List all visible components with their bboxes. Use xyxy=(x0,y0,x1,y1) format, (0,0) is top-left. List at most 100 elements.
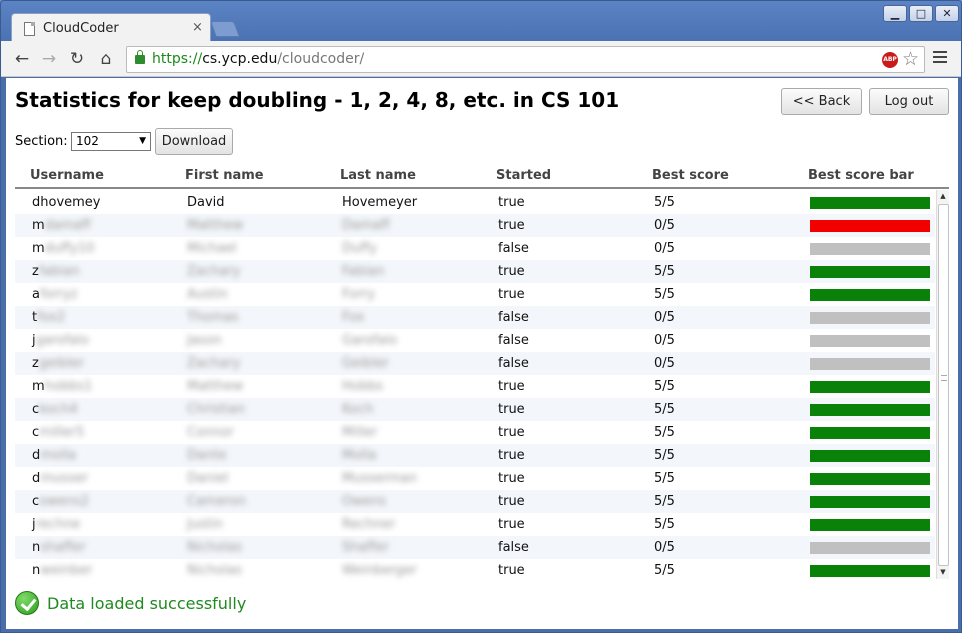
back-button[interactable]: << Back xyxy=(781,88,862,115)
table-row[interactable]: mdamaff Matthew Damaff true 0/5 xyxy=(15,214,935,237)
browser-tab[interactable]: CloudCoder × xyxy=(11,13,211,42)
cell-best-score: 5/5 xyxy=(654,448,675,463)
score-bar xyxy=(810,496,930,508)
table-row[interactable]: tfox2 Thomas Fox false 0/5 xyxy=(15,306,935,329)
cell-best-score: 0/5 xyxy=(654,356,675,371)
cell-first-name: Connor xyxy=(187,425,234,440)
cell-first-name: Christian xyxy=(187,402,245,417)
cell-last-name: Duffy xyxy=(342,241,377,256)
new-tab-button[interactable] xyxy=(210,21,240,37)
table-row[interactable]: zfabian Zachary Fabian true 5/5 xyxy=(15,260,935,283)
table-row[interactable]: nshaffer Nicholas Shaffer false 0/5 xyxy=(15,536,935,559)
lock-icon xyxy=(135,50,145,64)
table-row[interactable]: dmusser Daniel Musserman true 5/5 xyxy=(15,467,935,490)
cell-last-name: Forry xyxy=(342,287,376,302)
table-row[interactable]: jrechne Justin Rechner true 5/5 xyxy=(15,513,935,536)
score-bar xyxy=(810,197,930,209)
logout-button[interactable]: Log out xyxy=(869,88,949,115)
score-bar xyxy=(810,381,930,393)
browser-toolbar: ← → ↻ ⌂ https://cs.ycp.edu/cloudcoder/ A… xyxy=(1,41,961,77)
minimize-icon[interactable]: ▁ xyxy=(883,5,907,22)
cell-best-score: 0/5 xyxy=(654,540,675,555)
document-icon xyxy=(24,22,35,36)
scroll-up-icon[interactable]: ▲ xyxy=(937,190,949,203)
table-row[interactable]: zgeibler Zachary Geibler false 0/5 xyxy=(15,352,935,375)
score-bar xyxy=(810,289,930,301)
cell-started: true xyxy=(498,471,525,486)
cell-started: true xyxy=(498,494,525,509)
table-row[interactable]: jgarofalo Jason Garofalo false 0/5 xyxy=(15,329,935,352)
table-row[interactable]: mduffy10 Michael Duffy false 0/5 xyxy=(15,237,935,260)
cell-last-name: Molla xyxy=(342,448,377,463)
scroll-down-icon[interactable]: ▼ xyxy=(937,566,949,579)
column-header-first-name[interactable]: First name xyxy=(185,168,264,183)
scroll-thumb[interactable] xyxy=(938,204,949,566)
score-bar xyxy=(810,473,930,485)
close-tab-icon[interactable]: × xyxy=(192,20,203,35)
back-arrow-icon[interactable]: ← xyxy=(12,49,32,69)
cell-username: dhovemey xyxy=(32,195,101,210)
table-row[interactable]: cowens2 Cameron Owens true 5/5 xyxy=(15,490,935,513)
reload-icon[interactable]: ↻ xyxy=(67,49,87,69)
maximize-icon[interactable]: □ xyxy=(909,5,933,22)
score-bar xyxy=(810,243,930,255)
cell-best-score: 0/5 xyxy=(654,218,675,233)
cell-last-name: Damaff xyxy=(342,218,390,233)
cell-first-name: Thomas xyxy=(187,310,239,325)
cell-best-score: 5/5 xyxy=(654,402,675,417)
cell-username: dmusser xyxy=(32,471,89,486)
cell-best-score: 5/5 xyxy=(654,494,675,509)
column-header-started[interactable]: Started xyxy=(496,168,551,183)
forward-arrow-icon[interactable]: → xyxy=(39,49,59,69)
cell-first-name: Austin xyxy=(187,287,228,302)
table-row[interactable]: dmolla Dante Molla true 5/5 xyxy=(15,444,935,467)
cell-best-score: 5/5 xyxy=(654,517,675,532)
score-bar xyxy=(810,542,930,554)
cell-last-name: Hovemeyer xyxy=(342,195,418,210)
adblock-icon[interactable]: ABP xyxy=(882,52,898,68)
cell-started: true xyxy=(498,195,525,210)
cell-username: cowens2 xyxy=(32,494,90,509)
table-row[interactable]: ckoch4 Christian Koch true 5/5 xyxy=(15,398,935,421)
table-row[interactable]: aforryz Austin Forry true 5/5 xyxy=(15,283,935,306)
cell-username: tfox2 xyxy=(32,310,66,325)
cell-first-name: Zachary xyxy=(187,264,241,279)
cell-first-name: Matthew xyxy=(187,379,244,394)
table-row[interactable]: dhovemey David Hovemeyer true 5/5 xyxy=(15,191,935,214)
column-header-best-score-bar[interactable]: Best score bar xyxy=(808,168,914,183)
cell-first-name: Nicholas xyxy=(187,540,243,555)
table-row[interactable]: nweinber Nicholas Weinberger true 5/5 xyxy=(15,559,935,582)
cell-username: nweinber xyxy=(32,563,93,578)
cell-started: true xyxy=(498,287,525,302)
cell-username: zgeibler xyxy=(32,356,84,371)
cell-best-score: 5/5 xyxy=(654,287,675,302)
score-bar xyxy=(810,266,930,278)
cell-first-name: Michael xyxy=(187,241,237,256)
score-bar xyxy=(810,335,930,347)
download-button[interactable]: Download xyxy=(155,128,233,155)
cell-last-name: Shaffer xyxy=(342,540,389,555)
home-icon[interactable]: ⌂ xyxy=(96,49,116,69)
dropdown-arrow-icon: ▼ xyxy=(139,136,146,146)
cell-username: zfabian xyxy=(32,264,80,279)
table-row[interactable]: cmiller5 Connor Miller true 5/5 xyxy=(15,421,935,444)
section-select[interactable]: 102 ▼ xyxy=(71,132,151,151)
cell-first-name: Dante xyxy=(187,448,227,463)
cell-username: dmolla xyxy=(32,448,77,463)
score-bar xyxy=(810,450,930,462)
menu-icon[interactable] xyxy=(933,51,947,63)
table-scrollbar[interactable]: ▲ ▼ xyxy=(936,190,949,579)
column-header-last-name[interactable]: Last name xyxy=(340,168,416,183)
cell-first-name: Cameron xyxy=(187,494,246,509)
table-row[interactable]: mhobbs1 Matthew Hobbs true 5/5 xyxy=(15,375,935,398)
success-check-icon xyxy=(15,591,39,615)
column-header-best-score[interactable]: Best score xyxy=(652,168,729,183)
cell-first-name: Nicholas xyxy=(187,563,243,578)
browser-window: CloudCoder × ▁ □ ✕ ← → ↻ ⌂ https://cs.yc… xyxy=(0,0,962,633)
column-header-username[interactable]: Username xyxy=(30,168,104,183)
address-bar[interactable]: https://cs.ycp.edu/cloudcoder/ ABP ☆ xyxy=(126,46,925,73)
cell-started: true xyxy=(498,517,525,532)
close-window-icon[interactable]: ✕ xyxy=(935,5,959,22)
cell-last-name: Garofalo xyxy=(342,333,398,348)
bookmark-star-icon[interactable]: ☆ xyxy=(902,48,919,70)
